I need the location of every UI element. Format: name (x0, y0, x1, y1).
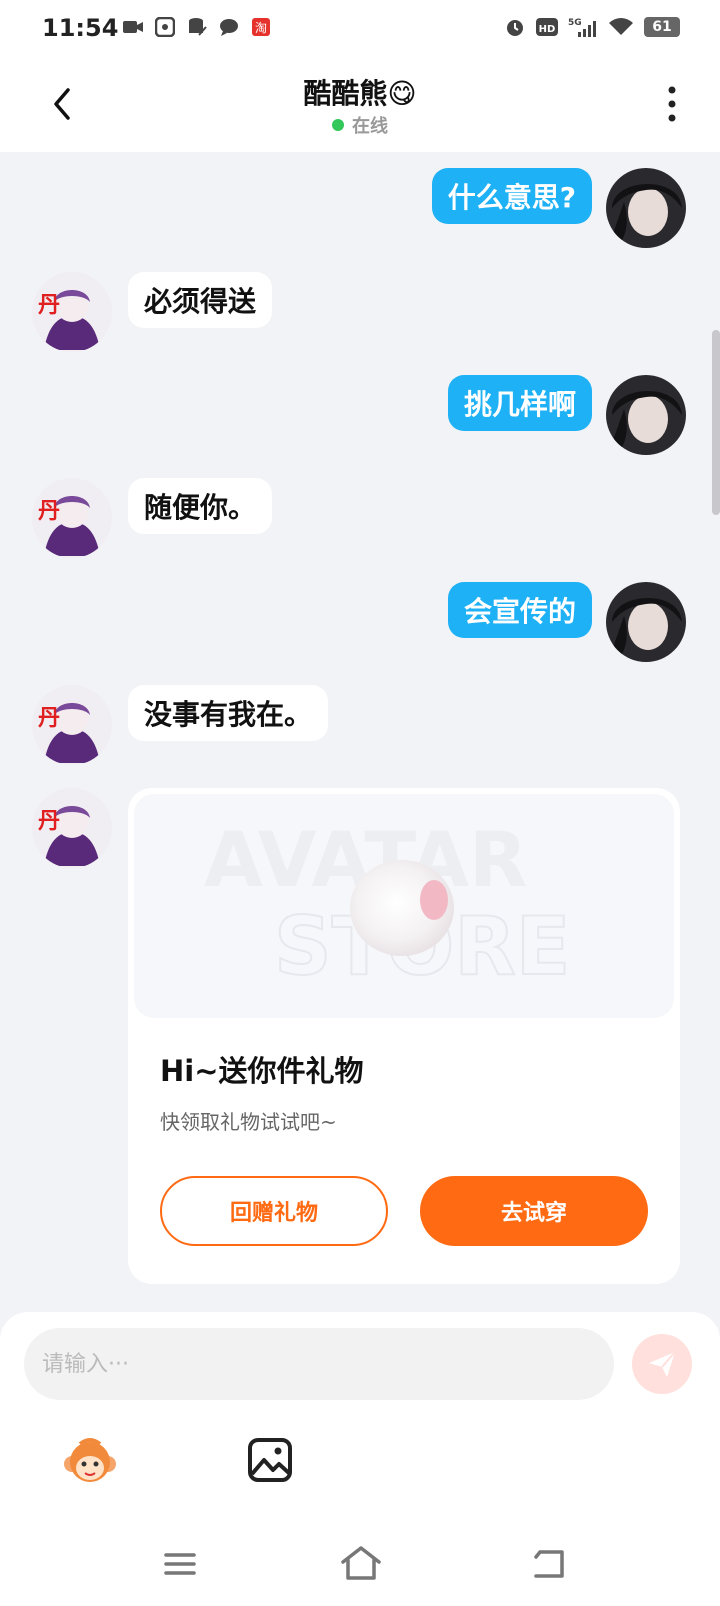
image-button[interactable] (246, 1436, 294, 1484)
nav-home-button[interactable] (340, 1544, 382, 1582)
contact-avatar[interactable]: 丹 (32, 788, 112, 868)
system-nav-bar (0, 1530, 720, 1606)
my-avatar[interactable] (606, 582, 686, 662)
menu-icon (164, 1553, 196, 1575)
contact-avatar[interactable]: 丹 (32, 478, 112, 558)
svg-text:丹: 丹 (38, 499, 60, 524)
battery-icon: 61 (644, 17, 680, 37)
status-time: 11:54 (42, 14, 119, 42)
online-dot (332, 119, 344, 131)
gift-title: Hi~送你件礼物 (160, 1054, 364, 1088)
svg-text:丹: 丹 (38, 706, 60, 731)
my-avatar[interactable] (606, 168, 686, 248)
message-bubble-incoming[interactable]: 没事有我在。 (128, 685, 329, 741)
svg-text:淘: 淘 (255, 21, 267, 35)
scrollbar[interactable] (712, 330, 720, 515)
status-bar: 11:54 淘 HD 5G 61 (0, 0, 720, 56)
send-button[interactable] (632, 1334, 692, 1394)
monkey-sticker-icon (64, 1438, 116, 1482)
gift-subtitle: 快领取礼物试试吧~ (160, 1110, 337, 1134)
nav-recents-button[interactable] (162, 1546, 198, 1582)
gift-card[interactable]: AVATAR STORE Hi~送你件礼物 快领取礼物试试吧~ 回赠礼物 去试穿 (128, 788, 680, 1284)
online-label: 在线 (352, 116, 388, 137)
data-icon (186, 16, 208, 38)
message-bubble-outgoing[interactable]: 会宣传的 (447, 582, 592, 638)
video-icon (122, 16, 144, 38)
wifi-icon (608, 16, 634, 38)
more-vertical-icon (668, 86, 676, 122)
back-icon (534, 1550, 564, 1578)
my-avatar[interactable] (606, 375, 686, 455)
contact-avatar[interactable]: 丹 (32, 272, 112, 352)
hd-icon: HD (536, 16, 558, 38)
nav-back-button[interactable] (530, 1544, 568, 1582)
taobao-icon: 淘 (250, 16, 272, 38)
return-gift-button[interactable]: 回赠礼物 (160, 1176, 388, 1246)
send-icon (649, 1351, 676, 1377)
sticker-button[interactable] (60, 1432, 120, 1492)
message-bubble-outgoing[interactable]: 挑几样啊 (447, 375, 592, 431)
svg-text:丹: 丹 (38, 293, 60, 318)
chat-icon (218, 16, 240, 38)
alarm-icon (504, 16, 526, 38)
try-on-button[interactable]: 去试穿 (420, 1176, 648, 1246)
app-icon (154, 16, 176, 38)
svg-text:丹: 丹 (38, 809, 60, 834)
online-status: 在线 (0, 112, 720, 138)
notification-icons: 淘 (122, 16, 272, 38)
svg-text:5G: 5G (568, 18, 582, 28)
contact-name: 酷酷熊😋 (303, 77, 417, 110)
more-button[interactable] (662, 84, 682, 124)
contact-avatar[interactable]: 丹 (32, 685, 112, 765)
chat-header: 酷酷熊😋 在线 (0, 56, 720, 152)
message-bubble-incoming[interactable]: 必须得送 (128, 272, 273, 328)
home-icon (341, 1546, 381, 1580)
system-icons: HD 5G 61 (504, 16, 680, 38)
message-input[interactable] (24, 1328, 614, 1400)
signal-5g-icon: 5G (568, 16, 598, 38)
message-bubble-outgoing[interactable]: 什么意思? (431, 168, 592, 224)
gift-image: AVATAR STORE (134, 794, 674, 1018)
message-bubble-incoming[interactable]: 随便你。 (128, 478, 273, 534)
image-icon (248, 1438, 292, 1482)
svg-text:HD: HD (539, 24, 556, 35)
